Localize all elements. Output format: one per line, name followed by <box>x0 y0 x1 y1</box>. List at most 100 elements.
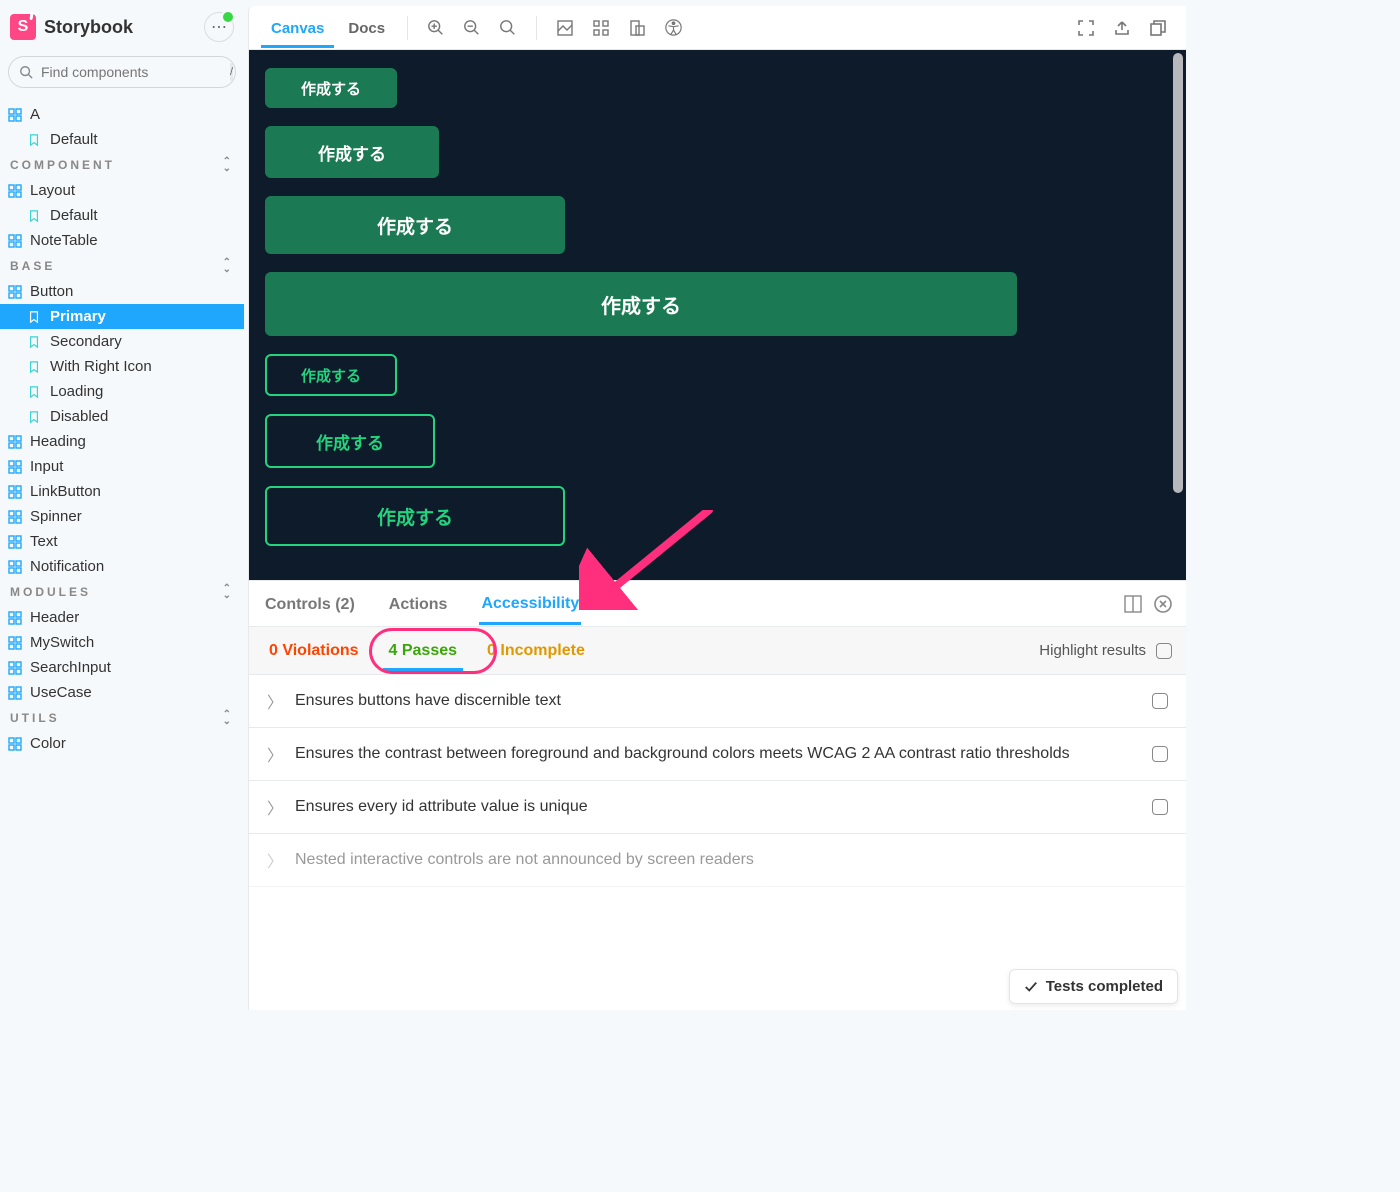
highlight-label: Highlight results <box>1039 642 1146 659</box>
story-icon <box>28 385 42 399</box>
demo-button-medium[interactable]: 作成する <box>265 126 439 178</box>
story-secondary[interactable]: Secondary <box>0 329 244 354</box>
sidebar-header: S Storybook ⋯ <box>0 0 244 50</box>
tree-label: SearchInput <box>30 659 111 676</box>
tab-accessibility[interactable]: Accessibility <box>479 583 581 625</box>
component-input[interactable]: Input <box>0 454 244 479</box>
section-component[interactable]: COMPONENT ⌃⌄ <box>0 152 244 178</box>
tree-label: MySwitch <box>30 634 94 651</box>
story-default[interactable]: Default <box>0 127 244 152</box>
a11y-passes-tab[interactable]: 4 Passes <box>383 630 464 671</box>
zoom-in-icon[interactable] <box>420 12 452 44</box>
section-title: UTILS <box>10 711 60 725</box>
component-A[interactable]: A <box>0 102 244 127</box>
viewport-icon[interactable] <box>621 12 653 44</box>
rule-checkbox[interactable] <box>1152 693 1168 709</box>
component-icon <box>8 636 22 650</box>
demo-button-outline-large[interactable]: 作成する <box>265 486 565 546</box>
accessibility-icon[interactable] <box>657 12 689 44</box>
component-notetable[interactable]: NoteTable <box>0 228 244 253</box>
canvas-scrollbar[interactable] <box>1173 53 1183 493</box>
zoom-reset-icon[interactable] <box>492 12 524 44</box>
a11y-passes-label: 4 Passes <box>389 642 458 659</box>
a11y-rule-row[interactable]: 〉 Ensures buttons have discernible text <box>249 675 1186 728</box>
search-box[interactable]: / <box>8 56 236 88</box>
tree-label: Input <box>30 458 63 475</box>
tree-label: Text <box>30 533 58 550</box>
a11y-violations-tab[interactable]: 0 Violations <box>263 630 365 671</box>
highlight-checkbox[interactable] <box>1156 643 1172 659</box>
grid-icon[interactable] <box>585 12 617 44</box>
fullscreen-icon[interactable] <box>1070 12 1102 44</box>
logo[interactable]: S Storybook <box>10 14 133 40</box>
background-icon[interactable] <box>549 12 581 44</box>
rule-text: Ensures every id attribute value is uniq… <box>295 798 1138 816</box>
search-input[interactable] <box>41 64 222 80</box>
expand-collapse-icon: ⌃⌄ <box>223 711 234 725</box>
component-notification[interactable]: Notification <box>0 554 244 579</box>
section-title: MODULES <box>10 585 91 599</box>
search-wrap: / <box>0 50 244 94</box>
tab-controls[interactable]: Controls (2) <box>263 584 357 624</box>
shortcuts-menu-button[interactable]: ⋯ <box>204 12 234 42</box>
component-layout[interactable]: Layout <box>0 178 244 203</box>
close-panel-icon[interactable] <box>1154 595 1172 613</box>
tree-label: Primary <box>50 308 106 325</box>
chevron-right-icon: 〉 <box>267 795 281 819</box>
component-header[interactable]: Header <box>0 605 244 630</box>
component-icon <box>8 737 22 751</box>
section-base[interactable]: BASE ⌃⌄ <box>0 253 244 279</box>
zoom-out-icon[interactable] <box>456 12 488 44</box>
story-loading[interactable]: Loading <box>0 379 244 404</box>
rule-checkbox[interactable] <box>1152 799 1168 815</box>
component-spinner[interactable]: Spinner <box>0 504 244 529</box>
a11y-incomplete-tab[interactable]: 0 Incomplete <box>481 630 591 671</box>
demo-button-outline-small[interactable]: 作成する <box>265 354 397 396</box>
toolbar: Canvas Docs <box>249 6 1186 50</box>
addons-panel: Controls (2) Actions Accessibility 0 Vio… <box>249 580 1186 887</box>
component-usecase[interactable]: UseCase <box>0 680 244 705</box>
section-modules[interactable]: MODULES ⌃⌄ <box>0 579 244 605</box>
component-searchinput[interactable]: SearchInput <box>0 655 244 680</box>
a11y-rule-row[interactable]: 〉 Ensures every id attribute value is un… <box>249 781 1186 834</box>
story-icon <box>28 310 42 324</box>
demo-button-small[interactable]: 作成する <box>265 68 397 108</box>
story-primary[interactable]: Primary <box>0 304 244 329</box>
main: Canvas Docs 作成する 作成する 作成する 作成する 作成する 作成す… <box>248 6 1186 1010</box>
a11y-tabs: 0 Violations 4 Passes 0 Incomplete Highl… <box>249 627 1186 675</box>
canvas-preview: 作成する 作成する 作成する 作成する 作成する 作成する 作成する <box>249 50 1186 580</box>
demo-button-outline-medium[interactable]: 作成する <box>265 414 435 468</box>
component-icon <box>8 686 22 700</box>
story-icon <box>28 335 42 349</box>
demo-button-large[interactable]: 作成する <box>265 196 565 254</box>
rule-checkbox[interactable] <box>1152 746 1168 762</box>
copy-link-icon[interactable] <box>1142 12 1174 44</box>
story-icon <box>28 410 42 424</box>
demo-button-full[interactable]: 作成する <box>265 272 1017 336</box>
a11y-rule-row[interactable]: 〉 Ensures the contrast between foregroun… <box>249 728 1186 781</box>
open-in-new-icon[interactable] <box>1106 12 1138 44</box>
a11y-rule-row[interactable]: 〉 Nested interactive controls are not an… <box>249 834 1186 887</box>
tab-canvas[interactable]: Canvas <box>261 8 334 48</box>
component-heading[interactable]: Heading <box>0 429 244 454</box>
story-with-right-icon[interactable]: With Right Icon <box>0 354 244 379</box>
tests-status-text: Tests completed <box>1046 978 1163 995</box>
section-utils[interactable]: UTILS ⌃⌄ <box>0 705 244 731</box>
search-shortcut-badge: / <box>230 63 233 81</box>
component-text[interactable]: Text <box>0 529 244 554</box>
component-button[interactable]: Button <box>0 279 244 304</box>
tab-docs[interactable]: Docs <box>338 8 395 48</box>
story-default[interactable]: Default <box>0 203 244 228</box>
story-disabled[interactable]: Disabled <box>0 404 244 429</box>
highlight-results-toggle[interactable]: Highlight results <box>1039 642 1172 659</box>
component-myswitch[interactable]: MySwitch <box>0 630 244 655</box>
tab-actions[interactable]: Actions <box>387 584 450 624</box>
tree-label: Default <box>50 207 98 224</box>
tree-label: LinkButton <box>30 483 101 500</box>
section-title: BASE <box>10 259 55 273</box>
component-icon <box>8 485 22 499</box>
tree-label: Secondary <box>50 333 122 350</box>
component-color[interactable]: Color <box>0 731 244 756</box>
component-linkbutton[interactable]: LinkButton <box>0 479 244 504</box>
panel-orientation-icon[interactable] <box>1124 595 1142 613</box>
